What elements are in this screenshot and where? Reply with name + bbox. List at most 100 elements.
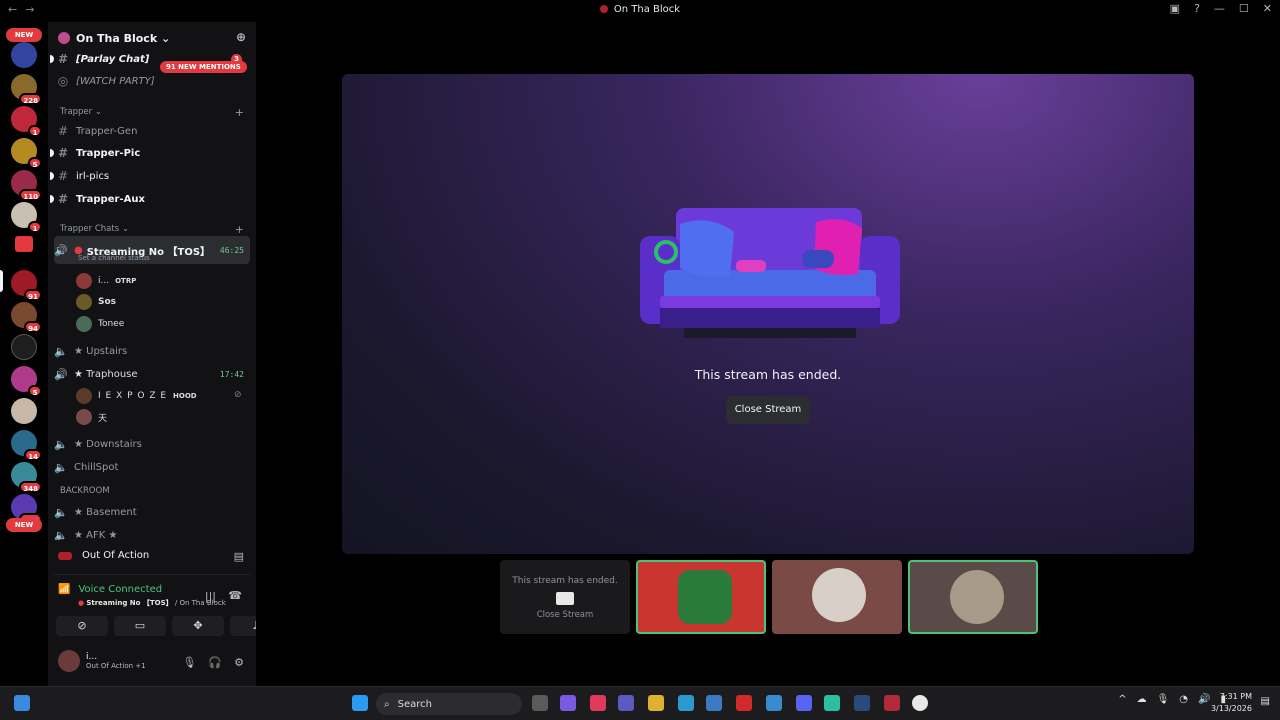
monitor-icon [556, 592, 574, 605]
start-icon[interactable] [352, 695, 368, 711]
voice-user[interactable]: i... OTRP [76, 271, 136, 291]
close-window-button[interactable]: ✕ [1263, 2, 1272, 15]
onedrive-icon[interactable]: ☁ [1137, 694, 1147, 705]
server-icon[interactable]: 91 [11, 270, 42, 301]
microphone-icon[interactable]: 🎙 [182, 656, 196, 669]
app-icon[interactable] [766, 695, 782, 711]
title-bar: ← → On Tha Block ▣ ? — ☐ ✕ [0, 0, 1280, 22]
voice-user[interactable]: Sos [76, 292, 116, 312]
channel-irl-pics[interactable]: # irl-pics [50, 166, 250, 186]
app-l-icon[interactable] [736, 695, 752, 711]
folder-icon[interactable] [15, 236, 33, 252]
current-user[interactable]: i... Out Of Action +1 [58, 650, 146, 672]
add-member-icon[interactable]: ⊕ [236, 30, 246, 44]
voice-channel-streaming[interactable]: 🔊 ● Streaming No 【TOS】 46:25 Set a chann… [54, 236, 250, 264]
activities-button[interactable]: ✥ [172, 616, 224, 636]
server-icon[interactable]: 94 [11, 302, 42, 333]
participant-tile[interactable] [908, 560, 1038, 634]
category-backroom[interactable]: BACKROOM [60, 486, 244, 496]
settings-gear-icon[interactable]: ⚙ [234, 656, 244, 669]
search-box[interactable]: ⌕ Search [376, 693, 522, 715]
voice-channel-downstairs[interactable]: 🔈 ★ Downstairs [54, 433, 250, 455]
window-title: On Tha Block [0, 4, 1280, 15]
channel-watch-party[interactable]: ◎ [WATCH PARTY] [56, 71, 250, 91]
minimize-button[interactable]: — [1214, 2, 1225, 15]
hash-icon: # [57, 169, 69, 183]
copilot-icon[interactable] [560, 695, 576, 711]
unreal-icon[interactable] [912, 695, 928, 711]
channel-trapper-gen[interactable]: # Trapper-Gen [56, 121, 250, 141]
hash-icon: # [57, 192, 69, 206]
channel-trapper-aux[interactable]: # Trapper-Aux [50, 189, 250, 209]
volume-icon[interactable]: 🔊 [1198, 694, 1210, 705]
main-content: This stream has ended. Close Stream This… [256, 22, 1280, 686]
chevron-up-icon[interactable]: ^ [1118, 694, 1126, 705]
microphone-icon[interactable]: 🎙 [1157, 694, 1170, 705]
new-unreads-pill-top[interactable]: NEW [6, 28, 42, 42]
edge-icon[interactable] [678, 695, 694, 711]
camera-off-button[interactable]: ⊘ [56, 616, 108, 636]
voice-channel-traphouse[interactable]: 🔊 ★ Traphouse 17:42 [54, 363, 250, 385]
wifi-icon[interactable]: ◔ [1179, 694, 1188, 705]
server-list: NEW 228 1 5 110 1 91 94 5 14 348 316 NEW [0, 22, 48, 686]
voice-user[interactable]: I E X P O Z E HOOD [76, 386, 197, 406]
disconnect-icon[interactable]: ☎ [228, 589, 242, 602]
voice-controls: ⊘ ▭ ✥ ♪ [56, 616, 282, 636]
server-icon[interactable]: 348 [11, 462, 42, 493]
headphones-icon[interactable]: 🎧 [208, 656, 222, 669]
voice-channel-upstairs[interactable]: 🔈 ★ Upstairs [54, 340, 250, 362]
voice-channel-basement[interactable]: 🔈 ★ Basement [54, 501, 250, 523]
couch-illustration [640, 208, 900, 338]
server-icon[interactable]: 14 [11, 430, 42, 461]
screen-share-button[interactable]: ▭ [114, 616, 166, 636]
voice-user[interactable]: Tonee [76, 314, 124, 334]
voice-user[interactable]: 天 [76, 407, 107, 427]
server-icon[interactable]: 1 [11, 202, 42, 233]
add-channel-icon[interactable]: + [235, 223, 244, 236]
server-icon[interactable] [11, 398, 37, 424]
server-icon[interactable]: 110 [11, 170, 42, 201]
clock[interactable]: 7:31 PM 3/13/2026 [1211, 691, 1252, 715]
avatar [678, 570, 732, 624]
teams-icon[interactable] [618, 695, 634, 711]
maximize-button[interactable]: ☐ [1239, 2, 1249, 15]
noise-suppression-icon[interactable]: ||| [205, 590, 216, 603]
file-icon[interactable] [532, 695, 548, 711]
close-stream-button[interactable]: Close Stream [726, 396, 810, 424]
server-icon[interactable]: 1 [11, 106, 42, 137]
notification-icon[interactable]: ▤ [1261, 696, 1270, 707]
avatar [76, 409, 92, 425]
voice-channel-link[interactable]: ● Streaming No 【TOS】 / On Tha Block [78, 598, 226, 608]
activity-row[interactable]: Out Of Action [58, 550, 149, 561]
speaker-icon: 🔊 [54, 367, 68, 381]
participant-tiles: This stream has ended. Close Stream [500, 560, 1038, 634]
new-unreads-pill-bottom[interactable]: NEW [6, 518, 42, 532]
app-icon[interactable] [824, 695, 840, 711]
app-icon[interactable] [884, 695, 900, 711]
add-channel-icon[interactable]: + [235, 106, 244, 119]
music-icon[interactable] [590, 695, 606, 711]
participant-tile[interactable] [772, 560, 902, 634]
server-icon[interactable] [11, 42, 37, 68]
task-view-icon[interactable] [14, 695, 30, 711]
channel-trapper-pic[interactable]: # Trapper-Pic [50, 143, 250, 163]
store-icon[interactable] [706, 695, 722, 711]
activity-icon[interactable]: ▤ [234, 550, 244, 563]
help-icon[interactable]: ? [1194, 2, 1200, 15]
participant-tile[interactable] [636, 560, 766, 634]
category-trapper[interactable]: Trapper ⌄ + [60, 106, 244, 119]
server-icon[interactable] [11, 334, 37, 360]
inbox-icon[interactable]: ▣ [1170, 2, 1180, 15]
stream-stage: This stream has ended. Close Stream [342, 74, 1194, 554]
server-icon[interactable]: 5 [11, 366, 42, 397]
server-logo-icon [599, 5, 608, 13]
server-icon[interactable]: 5 [11, 138, 42, 169]
voice-channel-chillspot[interactable]: 🔈 ChillSpot [54, 456, 250, 478]
category-trapper-chats[interactable]: Trapper Chats ⌄ + [60, 223, 244, 236]
server-icon[interactable]: 316 [11, 494, 42, 525]
participant-tile-stream[interactable]: This stream has ended. Close Stream [500, 560, 630, 634]
server-icon[interactable]: 228 [11, 74, 42, 105]
steam-icon[interactable] [854, 695, 870, 711]
discord-icon[interactable] [796, 695, 812, 711]
explorer-icon[interactable] [648, 695, 664, 711]
